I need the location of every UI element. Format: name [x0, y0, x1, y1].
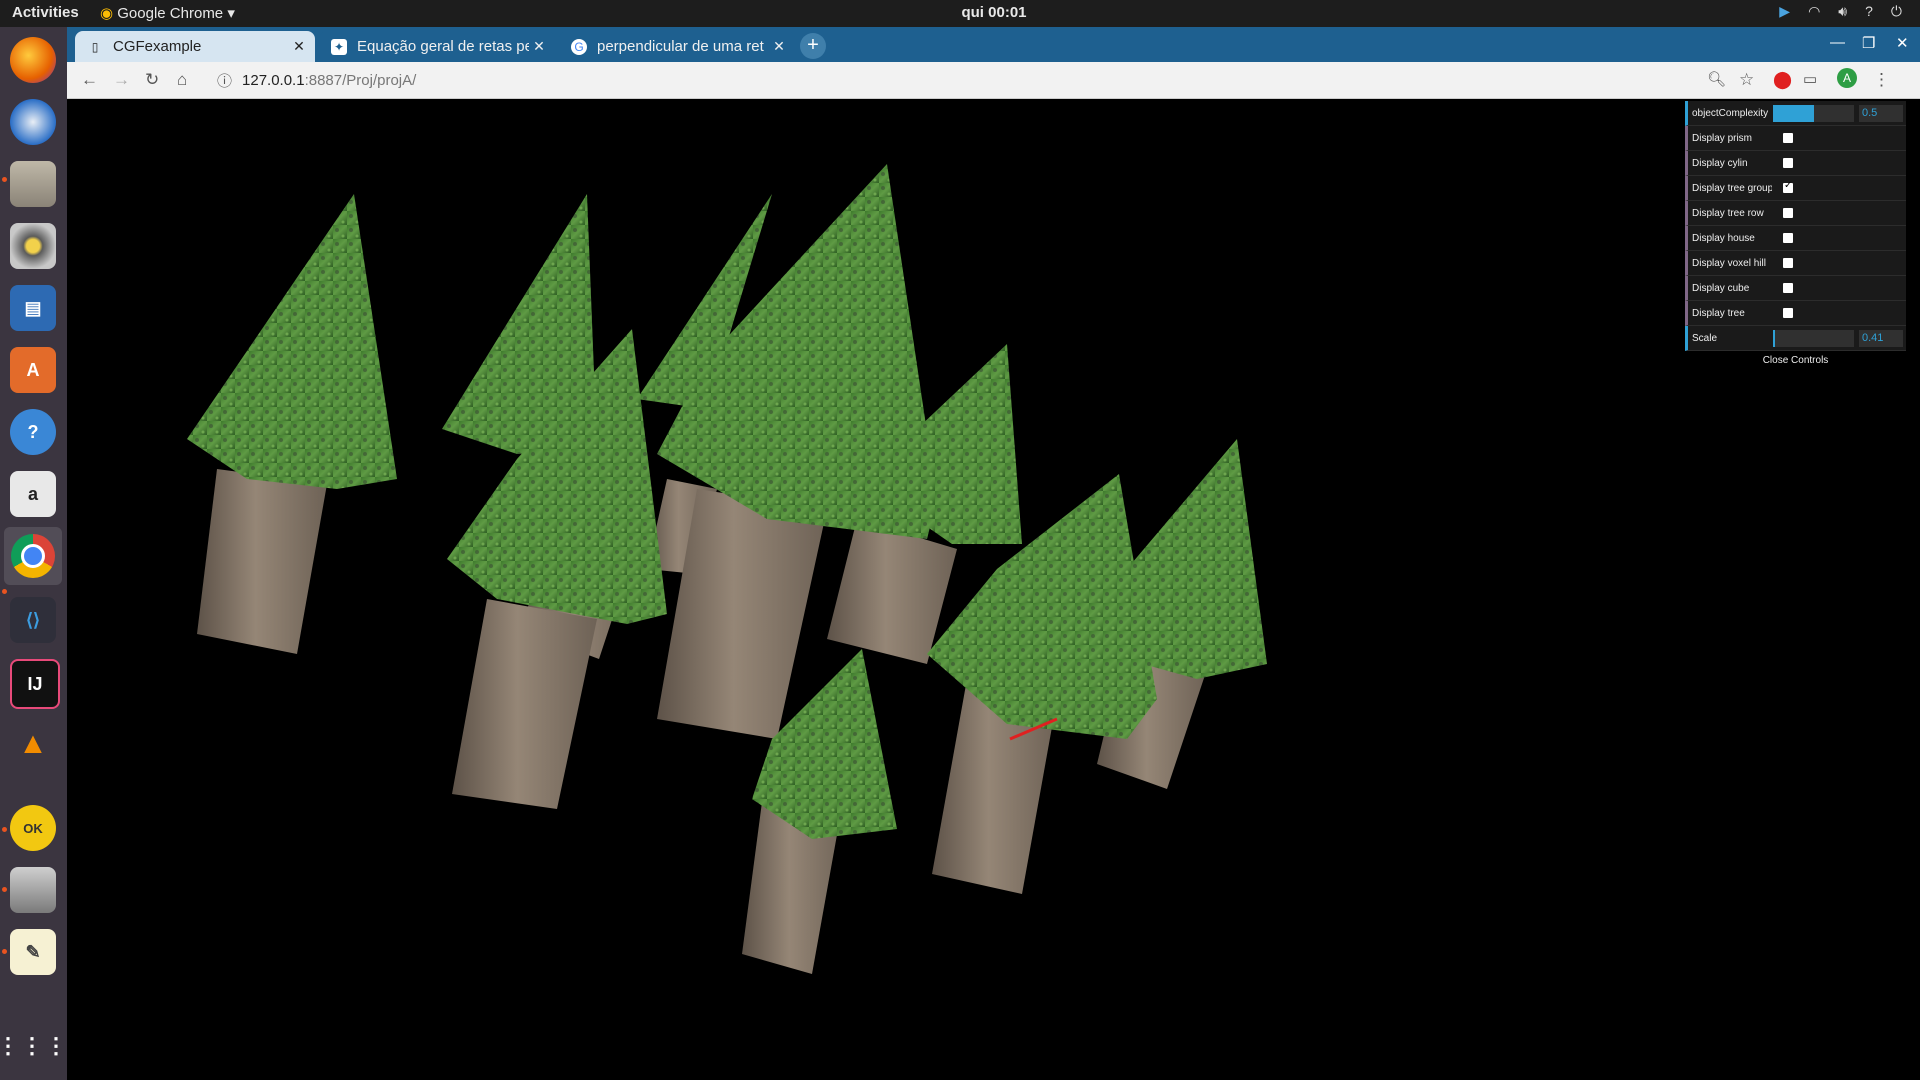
- tab-title: CGFexample: [113, 38, 202, 55]
- address-bar[interactable]: ⓘ 127.0.0.1:8887/Proj/projA/: [217, 66, 1697, 94]
- tab-cgfexample[interactable]: ▯ CGFexample ✕: [75, 31, 315, 62]
- system-top-bar: Activities ◉ Google Chrome ▾ qui 00:01 ▶…: [0, 0, 1920, 27]
- new-tab-button[interactable]: +: [800, 33, 826, 59]
- control-label: Display tree: [1692, 307, 1745, 319]
- display-tree-checkbox[interactable]: [1783, 308, 1793, 318]
- page-icon: ▯: [91, 39, 99, 54]
- display-voxel-hill-control[interactable]: Display voxel hill: [1685, 251, 1906, 276]
- vscode-icon[interactable]: ⟨⟩: [10, 597, 56, 643]
- controls-panel: objectComplexity 0.5 Display prism Displ…: [1685, 101, 1906, 371]
- files-icon[interactable]: [10, 161, 56, 207]
- chrome-dock-icon[interactable]: [4, 527, 62, 585]
- scene-render: [187, 164, 1267, 974]
- tab-title: perpendicular de uma ret: [597, 38, 764, 55]
- google-favicon-icon: G: [571, 38, 587, 55]
- display-cube-checkbox[interactable]: [1783, 283, 1793, 293]
- chrome-logo-icon: [11, 534, 55, 578]
- display-tree-row-checkbox[interactable]: [1783, 208, 1793, 218]
- vlc-icon[interactable]: ▲: [10, 721, 56, 767]
- display-cube-control[interactable]: Display cube: [1685, 276, 1906, 301]
- object-complexity-slider[interactable]: [1773, 104, 1854, 122]
- browser-toolbar: ← → ↻ ⌂ ⓘ 127.0.0.1:8887/Proj/projA/ 🔍︎ …: [67, 62, 1920, 99]
- software-icon[interactable]: A: [10, 347, 56, 393]
- display-voxel-hill-checkbox[interactable]: [1783, 258, 1793, 268]
- cast-icon[interactable]: ▭: [1803, 70, 1817, 88]
- scanner-icon[interactable]: [10, 867, 56, 913]
- url-path: :8887/Proj/projA/: [304, 71, 417, 89]
- control-label: Display voxel hill: [1692, 257, 1766, 269]
- object-complexity-value[interactable]: 0.5: [1859, 104, 1903, 122]
- scale-value[interactable]: 0.41: [1859, 329, 1903, 347]
- ok-app-icon[interactable]: OK: [10, 805, 56, 851]
- webgl-canvas[interactable]: [67, 99, 1920, 1080]
- display-tree-group-checkbox[interactable]: [1783, 180, 1793, 193]
- thunderbird-icon[interactable]: [10, 99, 56, 145]
- scale-slider[interactable]: [1773, 329, 1854, 347]
- back-icon[interactable]: ←: [81, 70, 98, 90]
- display-cylin-checkbox[interactable]: [1783, 158, 1793, 168]
- system-tray[interactable]: ▶ ◠ 🔊︎ ? ⏻: [1779, 3, 1902, 20]
- tab-title: Equação geral de retas pe: [357, 38, 529, 55]
- display-house-checkbox[interactable]: [1783, 233, 1793, 243]
- clock[interactable]: qui 00:01: [0, 4, 1920, 21]
- close-controls-button[interactable]: Close Controls: [1685, 351, 1906, 371]
- info-icon[interactable]: ⓘ: [217, 70, 232, 91]
- display-prism-checkbox[interactable]: [1783, 133, 1793, 143]
- show-apps-icon[interactable]: ⋮⋮⋮: [0, 1023, 67, 1069]
- display-prism-control[interactable]: Display prism: [1685, 126, 1906, 151]
- close-tab-icon[interactable]: ✕: [769, 38, 789, 55]
- control-label: Display tree row: [1692, 207, 1764, 219]
- volume-icon[interactable]: 🔊︎: [1838, 3, 1847, 20]
- tab-strip: ▯ CGFexample ✕ ✦ Equação geral de retas …: [67, 27, 1920, 62]
- control-label: Display prism: [1692, 132, 1753, 144]
- display-tree-group-control[interactable]: Display tree group: [1685, 176, 1906, 201]
- profile-avatar[interactable]: A: [1837, 68, 1857, 88]
- display-tree-control[interactable]: Display tree: [1685, 301, 1906, 326]
- control-label: objectComplexity: [1692, 107, 1769, 119]
- rhythmbox-icon[interactable]: [10, 223, 56, 269]
- tree: [187, 194, 397, 654]
- site-favicon-icon: ✦: [331, 38, 347, 55]
- extension-red-icon[interactable]: ⬤: [1773, 70, 1792, 90]
- help-app-icon[interactable]: ?: [10, 409, 56, 455]
- intellij-icon[interactable]: IJ: [10, 659, 60, 709]
- zoom-icon[interactable]: 🔍︎: [1707, 70, 1726, 88]
- media-icon[interactable]: ▶: [1779, 3, 1790, 20]
- bookmark-star-icon[interactable]: ☆: [1739, 70, 1754, 90]
- object-complexity-control[interactable]: objectComplexity 0.5: [1685, 101, 1906, 126]
- display-tree-row-control[interactable]: Display tree row: [1685, 201, 1906, 226]
- control-label: Scale: [1692, 332, 1718, 344]
- control-label: Display house: [1692, 232, 1755, 244]
- wifi-icon[interactable]: ◠: [1808, 3, 1820, 20]
- writer-icon[interactable]: ▤: [10, 285, 56, 331]
- firefox-icon[interactable]: [10, 37, 56, 83]
- scale-control[interactable]: Scale 0.41: [1685, 326, 1906, 351]
- dock: ▤ A ? a ⟨⟩ IJ ▲ OK ✎ ⋮⋮⋮: [0, 27, 67, 1080]
- close-window-icon[interactable]: ✕: [1896, 34, 1909, 52]
- display-cylin-control[interactable]: Display cylin: [1685, 151, 1906, 176]
- amazon-icon[interactable]: a: [10, 471, 56, 517]
- control-label: Display tree group: [1692, 182, 1772, 194]
- menu-icon[interactable]: ⋮: [1873, 70, 1890, 90]
- reload-icon[interactable]: ↻: [145, 70, 159, 90]
- url-host: 127.0.0.1: [242, 71, 305, 89]
- control-label: Display cylin: [1692, 157, 1748, 169]
- help-icon[interactable]: ?: [1865, 3, 1873, 20]
- home-icon[interactable]: ⌂: [177, 70, 187, 90]
- tab-perpendicular[interactable]: G perpendicular de uma ret ✕: [559, 31, 795, 62]
- power-icon[interactable]: ⏻: [1891, 3, 1902, 20]
- forward-icon[interactable]: →: [113, 70, 130, 90]
- close-tab-icon[interactable]: ✕: [289, 38, 309, 55]
- tab-equacao[interactable]: ✦ Equação geral de retas pe ✕: [319, 31, 555, 62]
- text-editor-icon[interactable]: ✎: [10, 929, 56, 975]
- control-label: Display cube: [1692, 282, 1750, 294]
- minimize-icon[interactable]: —: [1830, 34, 1845, 51]
- close-tab-icon[interactable]: ✕: [529, 38, 549, 55]
- maximize-icon[interactable]: ❐: [1862, 34, 1875, 52]
- display-house-control[interactable]: Display house: [1685, 226, 1906, 251]
